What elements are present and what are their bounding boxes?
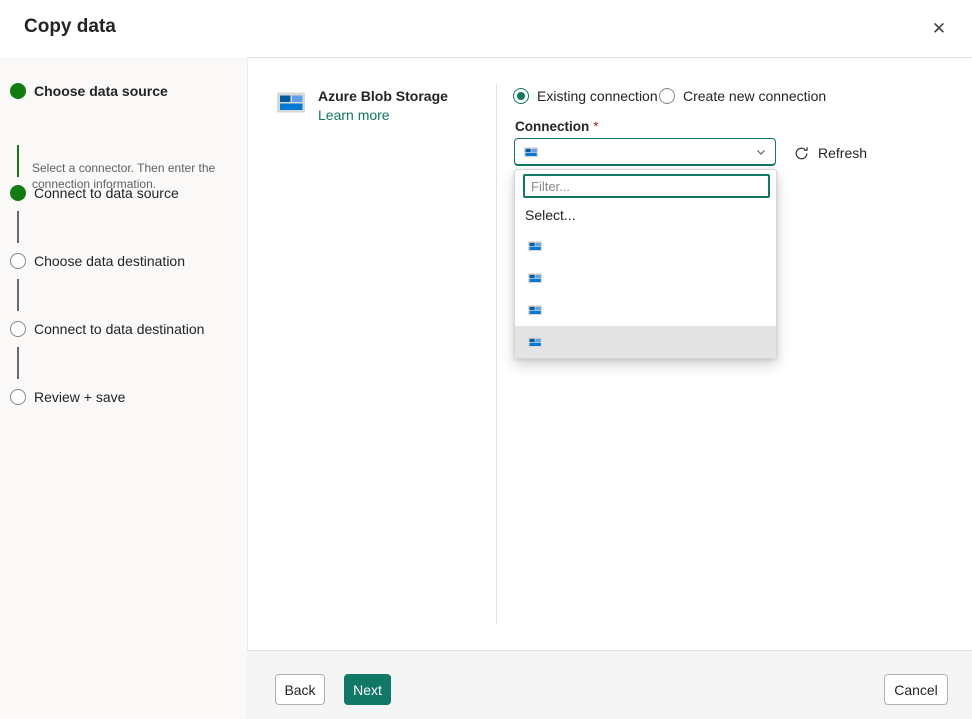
step-done-indicator <box>10 185 26 201</box>
radio-create-new-connection[interactable]: Create new connection <box>659 86 826 106</box>
connection-field-label: Connection * <box>515 119 599 134</box>
step-label: Connect to data destination <box>34 321 205 337</box>
connection-combobox[interactable] <box>514 138 776 166</box>
connection-dropdown-flyout: Select... <box>514 169 777 359</box>
page-title: Copy data <box>24 16 116 37</box>
required-marker: * <box>593 119 599 134</box>
step-connector-line <box>17 145 19 177</box>
back-button[interactable]: Back <box>275 674 325 705</box>
azure-blob-storage-icon <box>275 86 307 121</box>
radio-selected-icon <box>513 88 529 104</box>
connection-option[interactable] <box>515 262 776 294</box>
connection-option[interactable] <box>515 230 776 262</box>
step-connector-line <box>17 211 19 243</box>
step-review-save[interactable]: Review + save <box>10 389 125 405</box>
azure-blob-storage-icon <box>527 270 543 286</box>
step-connect-data-destination[interactable]: Connect to data destination <box>10 321 204 337</box>
step-done-indicator <box>10 83 26 99</box>
wizard-steps-sidebar: Choose data source Select a connector. T… <box>0 57 248 719</box>
connection-option[interactable] <box>515 294 776 326</box>
refresh-button[interactable]: Refresh <box>794 140 867 166</box>
cancel-button[interactable]: Cancel <box>884 674 948 705</box>
chevron-down-icon <box>755 146 767 158</box>
connection-option-highlighted[interactable] <box>515 326 776 358</box>
step-choose-data-source[interactable]: Choose data source <box>10 83 168 99</box>
option-select-none[interactable]: Select... <box>525 207 576 223</box>
step-label: Choose data destination <box>34 253 185 269</box>
vertical-divider <box>496 84 497 624</box>
step-label: Connect to data source <box>34 185 179 201</box>
field-label-text: Connection <box>515 119 590 134</box>
refresh-label: Refresh <box>818 145 868 161</box>
step-label: Review + save <box>34 389 126 405</box>
radio-label: Create new connection <box>683 88 827 104</box>
step-connect-data-source[interactable]: Connect to data source <box>10 185 179 201</box>
filter-input[interactable] <box>523 174 770 198</box>
azure-blob-storage-icon <box>527 238 543 254</box>
step-todo-indicator <box>10 321 26 337</box>
step-todo-indicator <box>10 253 26 269</box>
step-todo-indicator <box>10 389 26 405</box>
step-connector-line <box>17 347 19 379</box>
azure-blob-storage-icon <box>527 334 543 350</box>
refresh-icon <box>794 146 809 161</box>
azure-blob-storage-icon <box>523 144 539 160</box>
radio-unselected-icon <box>659 88 675 104</box>
close-icon[interactable]: ✕ <box>924 14 954 44</box>
next-button[interactable]: Next <box>344 674 391 705</box>
dialog-header: Copy data ✕ <box>0 0 972 58</box>
step-label: Choose data source <box>34 83 168 99</box>
connector-name: Azure Blob Storage <box>318 88 448 104</box>
azure-blob-storage-icon <box>527 302 543 318</box>
radio-existing-connection[interactable]: Existing connection <box>513 86 658 106</box>
dialog-footer: Back Next Cancel <box>247 650 972 719</box>
learn-more-link[interactable]: Learn more <box>318 107 390 123</box>
radio-label: Existing connection <box>537 88 658 104</box>
step-choose-data-destination[interactable]: Choose data destination <box>10 253 185 269</box>
step-connector-line <box>17 279 19 311</box>
